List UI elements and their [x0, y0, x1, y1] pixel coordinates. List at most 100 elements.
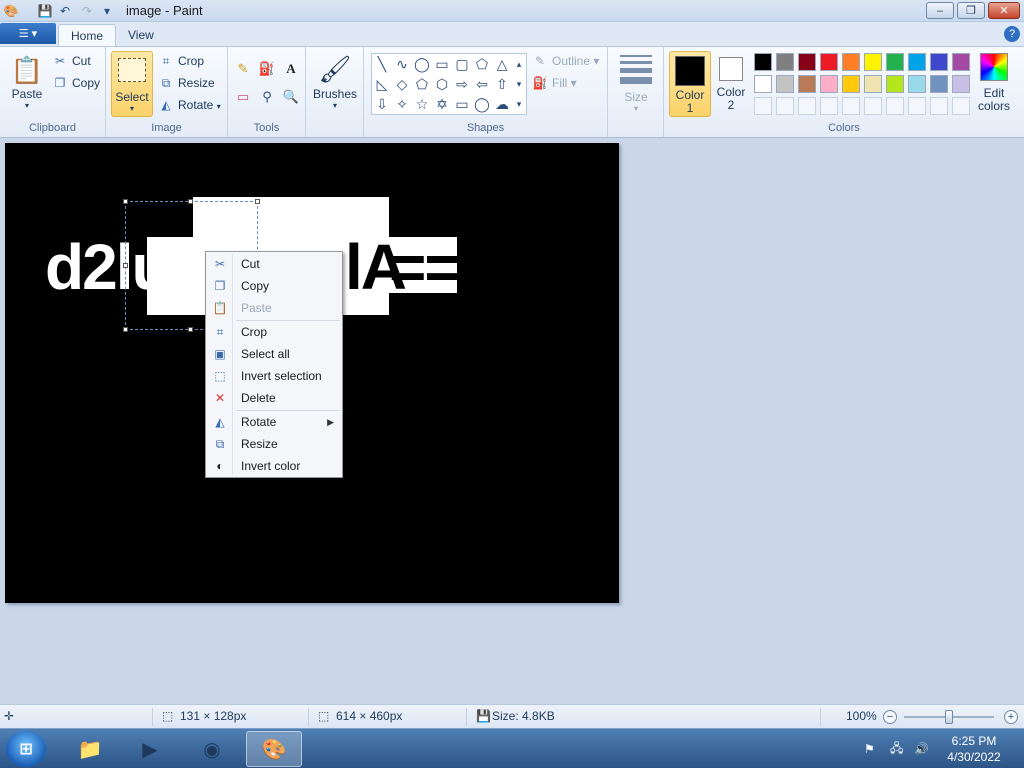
color-swatch[interactable] — [952, 75, 970, 93]
color-swatch[interactable] — [886, 75, 904, 93]
context-paste[interactable]: 📋 Paste — [208, 297, 340, 319]
fill-button[interactable]: ⛽ Fill ▾ — [532, 73, 577, 93]
eraser-icon[interactable]: ▭ — [233, 87, 253, 107]
start-button[interactable]: ⊞ — [6, 731, 46, 767]
pencil-icon[interactable]: ✎ — [233, 59, 253, 79]
custom-color-slot[interactable] — [798, 97, 816, 115]
canvas-workspace[interactable]: d2lua lA == — [0, 138, 1024, 704]
color-swatch[interactable] — [842, 75, 860, 93]
copy-button[interactable]: ❐ Copy — [52, 73, 100, 93]
taskbar-paint[interactable]: 🎨 — [246, 731, 302, 767]
custom-color-slot[interactable] — [842, 97, 860, 115]
customize-quick-access-icon[interactable]: ▾ — [98, 2, 116, 20]
expand-gallery-icon[interactable]: ▾ — [512, 94, 526, 114]
tray-network-icon[interactable]: 🖧 — [890, 729, 903, 768]
color-swatch[interactable] — [908, 75, 926, 93]
left-arrow-icon[interactable]: ⇦ — [472, 74, 492, 94]
color-swatch[interactable] — [930, 75, 948, 93]
context-rotate[interactable]: ◭ Rotate ▶ — [208, 411, 340, 433]
pentagon-icon[interactable]: ⬠ — [412, 74, 432, 94]
custom-color-slot[interactable] — [776, 97, 794, 115]
paint-app-icon[interactable]: 🎨 — [2, 2, 20, 20]
custom-color-slot[interactable] — [930, 97, 948, 115]
color-swatch[interactable] — [776, 53, 794, 71]
color-swatch[interactable] — [864, 53, 882, 71]
taskbar-clock[interactable]: 6:25 PM 4/30/2022 — [944, 733, 1004, 765]
color-swatch[interactable] — [908, 53, 926, 71]
context-copy[interactable]: ❐ Copy — [208, 275, 340, 297]
selection-handle[interactable] — [188, 199, 193, 204]
fill-bucket-icon[interactable]: ⛽ — [257, 59, 277, 79]
cut-button[interactable]: ✂ Cut — [52, 51, 91, 71]
color-swatch[interactable] — [776, 75, 794, 93]
rotate-button[interactable]: ◭ Rotate ▾ — [158, 95, 220, 115]
zoom-slider-thumb[interactable] — [945, 710, 953, 724]
resize-button[interactable]: ⧉ Resize — [158, 73, 215, 93]
line-icon[interactable]: ╲ — [372, 54, 392, 74]
magnifier-icon[interactable]: 🔍 — [281, 87, 301, 107]
down-arrow-icon[interactable]: ⇩ — [372, 94, 392, 114]
color-swatch[interactable] — [930, 53, 948, 71]
custom-color-slot[interactable] — [908, 97, 926, 115]
color-swatch[interactable] — [886, 53, 904, 71]
edit-colors-button[interactable]: Edit colors — [974, 51, 1014, 117]
color-swatch[interactable] — [798, 75, 816, 93]
custom-color-slot[interactable] — [864, 97, 882, 115]
minimize-button[interactable]: – — [926, 2, 954, 19]
color-swatch[interactable] — [798, 53, 816, 71]
zoom-in-button[interactable]: + — [1004, 710, 1018, 724]
custom-color-slot[interactable] — [820, 97, 838, 115]
scroll-down-icon[interactable]: ▾ — [512, 74, 526, 94]
color2-button[interactable]: Color 2 — [712, 51, 750, 117]
color-swatch[interactable] — [842, 53, 860, 71]
six-point-star-icon[interactable]: ✡ — [432, 94, 452, 114]
color-swatch[interactable] — [820, 75, 838, 93]
rounded-callout-icon[interactable]: ▭ — [452, 94, 472, 114]
paste-button[interactable]: 📋 Paste ▾ — [6, 53, 48, 115]
text-tool-icon[interactable]: A — [281, 59, 301, 79]
up-arrow-icon[interactable]: ⇧ — [492, 74, 512, 94]
select-button[interactable]: Select ▾ — [111, 51, 153, 117]
maximize-button[interactable]: ❐ — [957, 2, 985, 19]
tab-view[interactable]: View — [116, 24, 166, 46]
scroll-up-icon[interactable]: ▴ — [512, 54, 526, 74]
custom-color-slot[interactable] — [952, 97, 970, 115]
right-triangle-icon[interactable]: ◺ — [372, 74, 392, 94]
taskbar-chrome[interactable]: ◉ — [184, 731, 240, 767]
rounded-rectangle-icon[interactable]: ▢ — [452, 54, 472, 74]
save-icon[interactable]: 💾 — [36, 2, 54, 20]
selection-handle[interactable] — [255, 199, 260, 204]
oval-icon[interactable]: ◯ — [412, 54, 432, 74]
color-swatch[interactable] — [754, 53, 772, 71]
context-select-all[interactable]: ▣ Select all — [208, 343, 340, 365]
color-swatch[interactable] — [864, 75, 882, 93]
diamond-icon[interactable]: ◇ — [392, 74, 412, 94]
color-picker-icon[interactable]: ⚲ — [257, 87, 277, 107]
cloud-callout-icon[interactable]: ☁ — [492, 94, 512, 114]
triangle-icon[interactable]: △ — [492, 54, 512, 74]
help-icon[interactable]: ? — [1004, 26, 1020, 42]
polygon-icon[interactable]: ⬠ — [472, 54, 492, 74]
curve-icon[interactable]: ∿ — [392, 54, 412, 74]
size-button[interactable]: Size ▾ — [614, 51, 658, 117]
context-invert-color[interactable]: ◐ Invert color — [208, 455, 340, 477]
close-button[interactable]: ✕ — [988, 2, 1020, 19]
color1-button[interactable]: Color 1 — [669, 51, 711, 117]
custom-color-slot[interactable] — [886, 97, 904, 115]
color-swatch[interactable] — [952, 53, 970, 71]
context-invert-selection[interactable]: ⬚ Invert selection — [208, 365, 340, 387]
right-arrow-icon[interactable]: ⇨ — [452, 74, 472, 94]
color-swatch[interactable] — [820, 53, 838, 71]
tab-home[interactable]: Home — [58, 24, 117, 46]
custom-color-slot[interactable] — [754, 97, 772, 115]
four-point-star-icon[interactable]: ✧ — [392, 94, 412, 114]
selection-handle[interactable] — [123, 263, 128, 268]
tray-volume-icon[interactable]: 🔊 — [914, 729, 929, 768]
context-crop[interactable]: ⌗ Crop — [208, 321, 340, 343]
five-point-star-icon[interactable]: ☆ — [412, 94, 432, 114]
color-swatch[interactable] — [754, 75, 772, 93]
paint-menu-button[interactable]: ☰ ▾ — [0, 23, 56, 44]
outline-button[interactable]: ✎ Outline ▾ — [532, 51, 599, 71]
taskbar-explorer[interactable]: 📁 — [62, 731, 118, 767]
zoom-out-button[interactable]: − — [883, 710, 897, 724]
